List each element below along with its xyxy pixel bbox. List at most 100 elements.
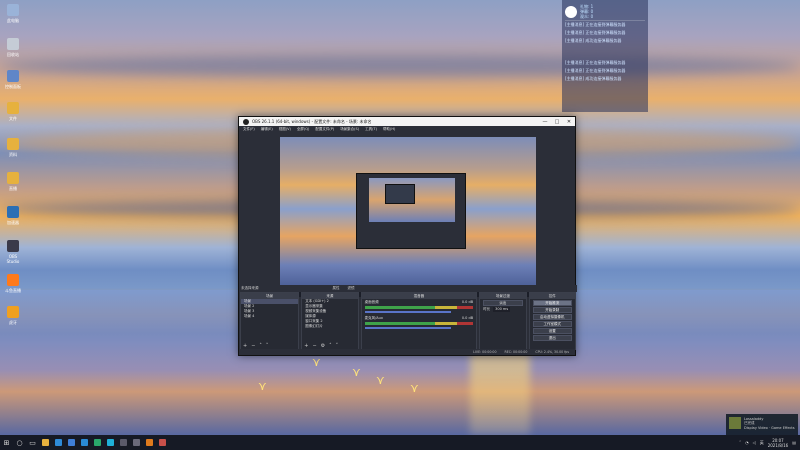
transition-select[interactable]: 淡出 [483,300,523,306]
mixer-track: 桌面音频 0.0 dB [362,299,477,315]
menu-help[interactable]: 帮助(H) [383,127,395,132]
track-db: 0.0 dB [461,300,474,304]
window-titlebar[interactable]: OBS 26.1.1 (64-bit, windows) - 配置文件: 未命名… [239,117,575,126]
menu-scene-collection[interactable]: 场景集合(S) [340,127,359,132]
volume-meter [364,306,474,309]
settings-button[interactable]: 设置 [532,328,572,334]
start-streaming-button[interactable]: 开始推流 [532,300,572,306]
track-name: 桌面音频 [364,300,379,304]
preview-canvas[interactable] [280,137,536,297]
mail-icon[interactable] [78,436,91,449]
input-language[interactable]: 英 [760,440,764,446]
chevron-up-icon[interactable]: ˄ [739,440,741,445]
windows-start-icon[interactable]: ⊞ [0,436,13,449]
remove-icon[interactable]: − [251,343,255,349]
task-view-icon[interactable]: ▭ [26,436,39,449]
exit-button[interactable]: 退出 [532,335,572,341]
desktop-icon[interactable]: 回收站 [2,38,24,58]
properties-button[interactable]: 属性 [333,286,340,291]
photos-icon[interactable] [156,436,169,449]
app-icon [7,38,19,50]
gear-icon[interactable]: ⚙ [321,343,325,349]
close-button[interactable]: ✕ [563,119,575,125]
chevron-up-icon[interactable]: ˄ [259,343,262,349]
add-icon[interactable]: + [304,343,308,349]
chevron-up-icon[interactable]: ˄ [329,343,332,349]
clock[interactable]: 20:07 2021/8/16 [768,438,789,448]
start-recording-button[interactable]: 开始录制 [532,307,572,313]
notification-line: Display Video · Game Effects [744,426,795,430]
media-icon[interactable] [143,436,156,449]
desktop-icon[interactable]: 斗鱼直播 [2,274,24,294]
nested-obs-preview [356,173,466,249]
volume-slider[interactable] [364,311,452,313]
minimize-button[interactable]: — [539,119,551,125]
notification-toast[interactable]: Lossaladdy 已完成 Display Video · Game Effe… [726,414,798,436]
chat-line: [主播消息] 正在连接到弹幕服务器 [565,22,626,27]
app-icon [729,417,741,429]
store-icon[interactable] [65,436,78,449]
window-title: OBS 26.1.1 (64-bit, windows) - 配置文件: 未命名… [252,118,372,124]
network-icon[interactable]: ◔ [745,440,749,445]
filters-button[interactable]: 滤镜 [348,286,355,291]
chat-line: [主播消息] 成功连接弹幕服务器 [565,76,622,81]
browser-icon[interactable] [91,436,104,449]
studio-mode-button[interactable]: 工作室模式 [532,321,572,327]
clock-date: 2021/8/16 [767,442,789,448]
edge-icon[interactable] [52,436,65,449]
scene-item[interactable]: 场景 4 [241,314,298,319]
menu-fullscreen[interactable]: 全屏(Q) [297,127,310,132]
terminal-icon[interactable] [117,436,130,449]
file-explorer-icon[interactable] [39,436,52,449]
transitions-dock: 场景过渡 淡出 时长 300 ms [479,292,527,350]
volume-meter [364,322,474,325]
menu-bar: 文件(F) 编辑(E) 视图(V) 全屏(Q) 配置文件(P) 场景集合(S) … [239,126,575,133]
chevron-down-icon[interactable]: ˅ [266,343,269,349]
desktop-icon[interactable]: 此电脑 [2,4,24,24]
desktop-icon[interactable]: 资料 [2,138,24,158]
menu-profile[interactable]: 配置文件(P) [315,127,334,132]
rec-timer: REC: 00:00:00 [504,350,528,354]
app-icon [7,70,19,82]
search-icon[interactable]: ○ [13,436,26,449]
add-icon[interactable]: + [243,343,247,349]
notification-center-icon[interactable]: ▤ [792,440,796,445]
desktop-icon-label: 资料 [9,152,17,157]
menu-tools[interactable]: 工具(T) [365,127,377,132]
bird-icon: ⋎ [352,365,361,379]
virtual-camera-button[interactable]: 启动虚拟摄像机 [532,314,572,320]
bird-icon: ⋎ [376,373,385,387]
chat-icon[interactable] [104,436,117,449]
desktop-icon[interactable]: 直播 [2,172,24,192]
menu-edit[interactable]: 编辑(E) [261,127,273,132]
desktop-icon[interactable]: OBS Studio [2,240,24,264]
cloud-band [0,55,800,77]
desktop-icon-label: 此电脑 [7,18,19,23]
danmaku-overlay: 礼物: 1 弹幕: 0 观众: 0 [主播消息] 正在连接到弹幕服务器 [主播消… [562,0,648,112]
desktop-icon-label: 回收站 [7,52,19,57]
obs-window[interactable]: OBS 26.1.1 (64-bit, windows) - 配置文件: 未命名… [238,116,577,356]
desktop-icon[interactable]: 加速器 [2,206,24,226]
menu-view[interactable]: 视图(V) [279,127,291,132]
desktop-icon[interactable]: 控制面板 [2,70,24,90]
app-icon [7,206,19,218]
system-tray: ˄ ◔ ◁ 英 20:07 2021/8/16 ▤ [739,438,800,448]
maximize-button[interactable]: □ [551,119,563,125]
desktop-icon[interactable]: 虎牙 [2,306,24,326]
sources-dock: 来源 文本 (GDI+) 2 显示器采集 视频采集设备 媒体源 窗口采集 2 图… [301,292,359,350]
chat-line: [主播消息] 正在连接到弹幕服务器 [565,30,626,35]
desktop-icon-label: OBS Studio [6,254,20,264]
menu-file[interactable]: 文件(F) [243,127,255,132]
volume-slider[interactable] [364,327,452,329]
obs-icon[interactable] [130,436,143,449]
source-toolbar: 未选择来源 属性 滤镜 [239,285,577,292]
desktop-icon-label: 斗鱼直播 [5,288,21,293]
desktop-icon[interactable]: 文件 [2,102,24,122]
chevron-down-icon[interactable]: ˅ [336,343,339,349]
duration-input[interactable]: 300 ms [493,307,511,312]
dock-title: 控件 [529,293,575,299]
remove-icon[interactable]: − [312,343,316,349]
dock-title: 场景过渡 [480,293,526,299]
volume-icon[interactable]: ◁ [753,440,756,445]
source-item[interactable]: 图像幻灯片 [302,324,357,329]
